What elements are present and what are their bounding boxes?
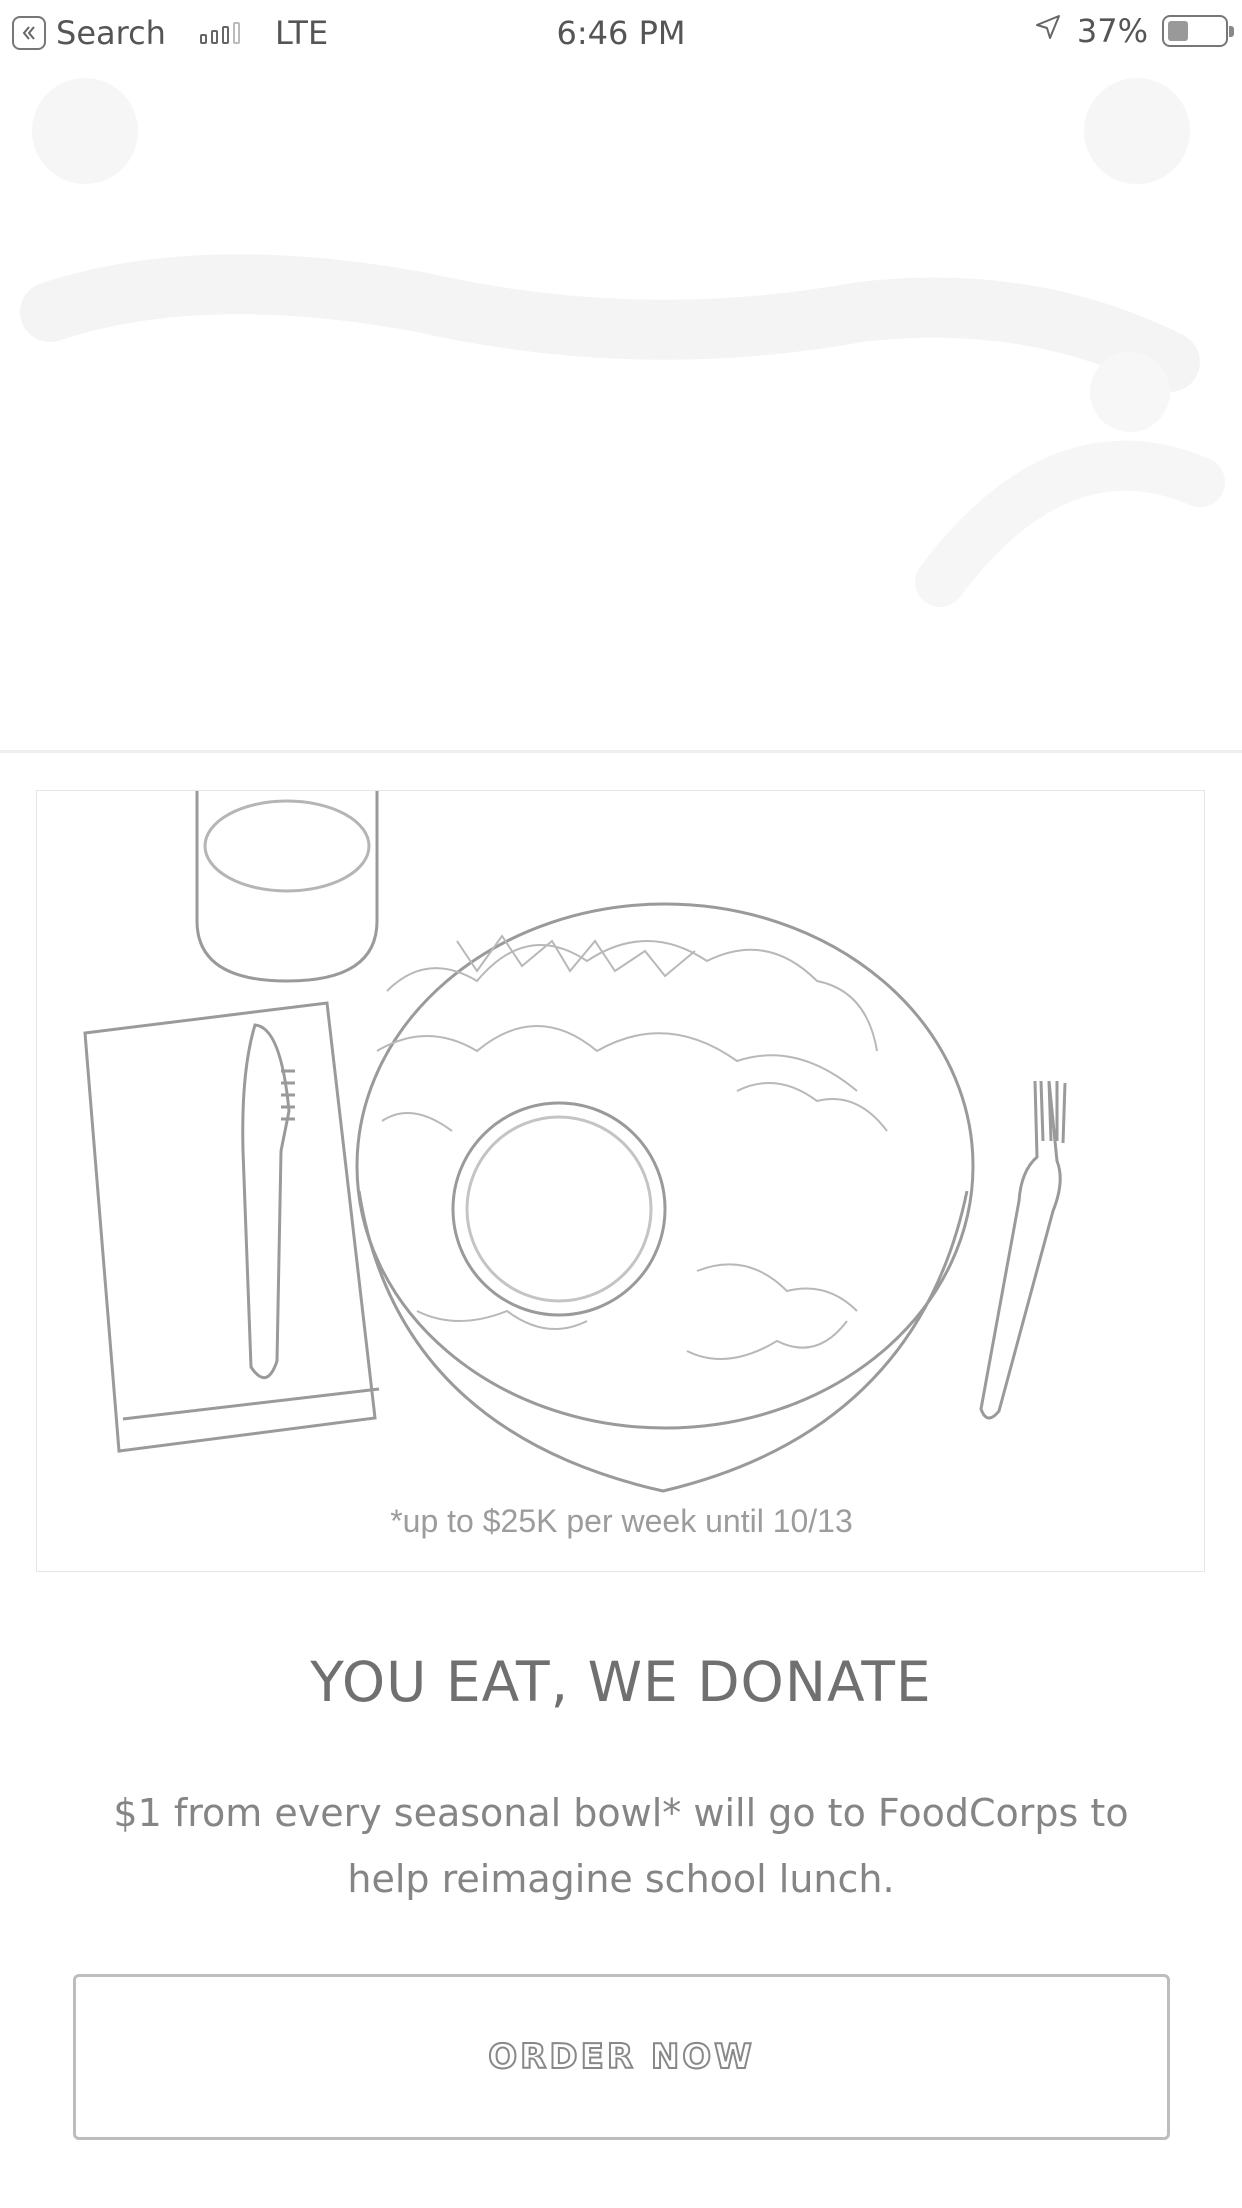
promo-description: $1 from every seasonal bowl* will go to … (113, 1791, 1129, 1901)
promo-headline: YOU EAT, WE DONATE (310, 1650, 932, 1714)
order-now-button[interactable]: ORDER NOW (73, 1974, 1170, 2140)
promo-footnote: *up to $25K per week until 10/13 (390, 1503, 853, 1539)
location-arrow-icon (1033, 12, 1063, 50)
divider (0, 750, 1242, 753)
hero-banner (0, 62, 1242, 752)
battery-percent: 37% (1076, 12, 1148, 50)
screen: Search LTE 6:46 PM 37% *up to $25K per w… (0, 0, 1242, 2208)
order-now-label: ORDER NOW (487, 2036, 755, 2078)
salad-bowl-illustration (83, 791, 1067, 1493)
hero-graphic (20, 254, 1225, 607)
battery-icon (1162, 15, 1234, 47)
promo-image-card: *up to $25K per week until 10/13 (36, 790, 1205, 1572)
status-bar: Search LTE 6:46 PM 37% (0, 0, 1242, 62)
